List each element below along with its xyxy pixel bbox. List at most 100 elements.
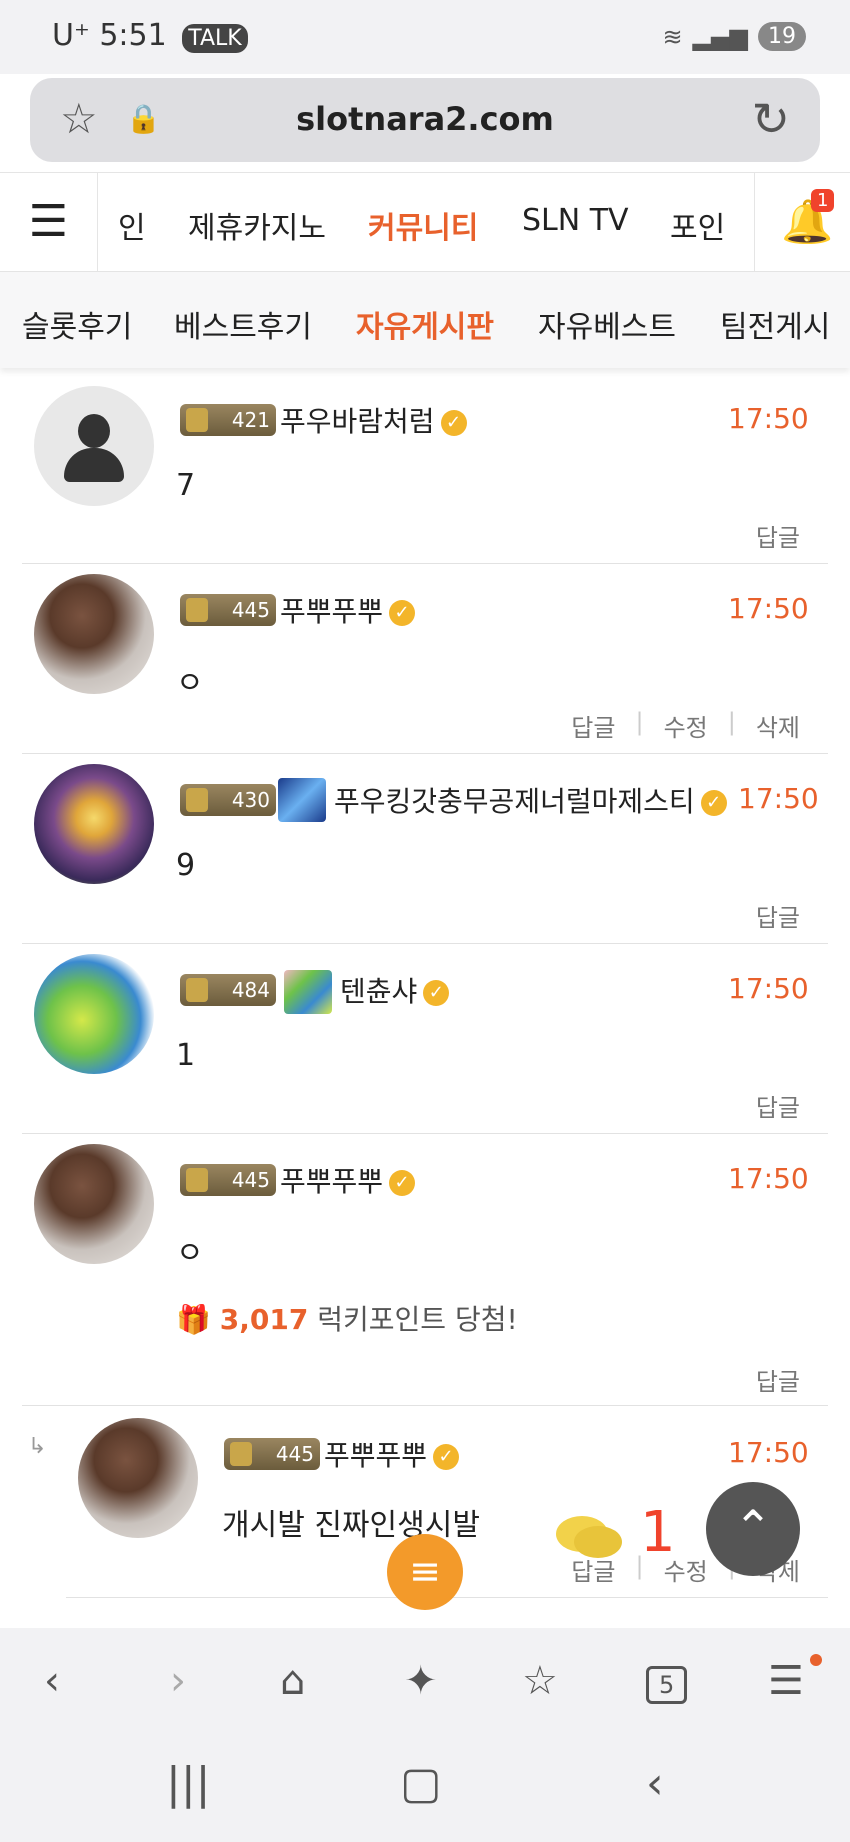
reply-button[interactable]: 답글 [756, 898, 800, 933]
chat-bubbles-icon[interactable] [554, 1512, 624, 1564]
tab-free-board[interactable]: 자유게시판 [356, 302, 494, 346]
level-badge: 445 [180, 1164, 276, 1196]
author-name[interactable]: 푸뿌푸뿌 [280, 595, 383, 628]
reload-icon[interactable]: ↻ [751, 92, 790, 146]
comment-item: 430 푸우킹갓충무공제너럴마제스티 ✓ 17:50 9 답글 [22, 756, 828, 944]
author-name[interactable]: 푸뿌푸뿌 [324, 1439, 427, 1472]
main-nav: ☰ 인 제휴카지노 커뮤니티 SLN TV 포인 🔔 1 [0, 172, 850, 273]
emblem-image [284, 970, 332, 1014]
nav-item-sln-tv[interactable]: SLN TV [522, 203, 629, 238]
comment-actions: 답글 | 수정 | 삭제 [571, 708, 800, 743]
signal-icon: ▂▄▆ [692, 22, 748, 51]
floating-menu-button[interactable]: ≡ [387, 1534, 463, 1610]
talk-icon: TALK [182, 24, 248, 53]
emblem-image [278, 778, 326, 822]
avatar[interactable] [34, 574, 154, 694]
back-arrow-icon[interactable]: ‹ [44, 1658, 60, 1704]
avatar[interactable] [34, 386, 154, 506]
comment-text: ㅇ [176, 1236, 204, 1271]
verified-check-icon: ✓ [440, 410, 467, 436]
comment-item: 484 텐츈샤 ✓ 17:50 1 답글 [22, 946, 828, 1134]
sparkle-icon[interactable]: ✦ [404, 1658, 438, 1704]
status-right: ≋ ▂▄▆ 19 [663, 22, 806, 51]
clock: 5:51 [99, 18, 167, 53]
scroll-to-top-button[interactable]: ⌃ [706, 1482, 800, 1576]
tab-slot-review[interactable]: 슬롯후기 [22, 302, 132, 346]
status-bar: U⁺ 5:51 TALK ≋ ▂▄▆ 19 [0, 0, 850, 74]
author-name[interactable]: 푸우바람처럼 [280, 405, 435, 438]
default-avatar-head [78, 414, 110, 448]
url-text[interactable]: slotnara2.com [30, 100, 820, 138]
comment-text: 1 [176, 1038, 196, 1073]
notification-badge: 1 [811, 189, 835, 212]
comment-text: 7 [176, 468, 196, 503]
delete-button[interactable]: 삭제 [756, 708, 800, 743]
reply-button[interactable]: 답글 [756, 1088, 800, 1123]
avatar[interactable] [34, 764, 154, 884]
action-divider: | [727, 708, 736, 736]
reply-button[interactable]: 답글 [756, 518, 800, 553]
verified-check-icon: ✓ [389, 1170, 416, 1196]
tab-best-review[interactable]: 베스트후기 [174, 302, 312, 346]
nav-item-point[interactable]: 포인 [670, 203, 725, 247]
default-avatar-body [64, 448, 124, 482]
home-icon[interactable]: ⌂ [280, 1658, 305, 1704]
avatar[interactable] [34, 1144, 154, 1264]
tabs-icon[interactable]: 5 [646, 1666, 688, 1704]
reply-button[interactable]: 답글 [756, 1362, 800, 1397]
nav-item-login[interactable]: 인 [118, 203, 146, 247]
comment-text: 9 [176, 848, 196, 883]
lucky-point-amount: 3,017 [219, 1303, 309, 1336]
edit-button[interactable]: 수정 [664, 708, 708, 743]
comment-author[interactable]: 푸우바람처럼 ✓ [280, 400, 467, 440]
recent-apps-icon[interactable]: ||| [166, 1758, 210, 1809]
system-nav-bar: ||| ▢ ‹ [0, 1738, 850, 1842]
forward-arrow-icon[interactable]: › [170, 1658, 186, 1704]
comment-author[interactable]: 푸우킹갓충무공제너럴마제스티 ✓ [334, 780, 727, 820]
comment-time: 17:50 [728, 972, 809, 1005]
author-name[interactable]: 텐츈샤 [340, 975, 417, 1008]
comment-time: 17:50 [738, 782, 819, 815]
chat-count[interactable]: 1 [640, 1500, 676, 1565]
avatar[interactable] [78, 1418, 198, 1538]
status-left: U⁺ 5:51 TALK [52, 18, 248, 53]
address-bar[interactable]: ☆ 🔒 slotnara2.com ↻ [30, 78, 820, 162]
wifi-icon: ≋ [662, 22, 683, 51]
nav-item-casino[interactable]: 제휴카지노 [188, 203, 326, 247]
home-button-icon[interactable]: ▢ [400, 1758, 442, 1809]
verified-check-icon: ✓ [700, 790, 727, 816]
level-badge: 421 [180, 404, 276, 436]
battery-indicator: 19 [758, 22, 806, 51]
comment-text: ㅇ [176, 666, 204, 701]
nav-item-community[interactable]: 커뮤니티 [368, 203, 478, 247]
browser-toolbar: ‹ › ⌂ ✦ ☆ 5 ☰ [0, 1628, 850, 1738]
comment-item: 445 푸뿌푸뿌 ✓ 17:50 ㅇ 🎁 3,017 럭키포인트 당첨! 답글 [22, 1136, 828, 1406]
browser-menu-icon[interactable]: ☰ [768, 1658, 804, 1704]
comment-item: 421 푸우바람처럼 ✓ 17:50 7 답글 [22, 376, 828, 564]
sub-nav: 슬롯후기 베스트후기 자유게시판 자유베스트 팀전게시 [0, 272, 850, 368]
comment-actions: 답글 [756, 898, 800, 933]
verified-check-icon: ✓ [389, 600, 416, 626]
reply-button[interactable]: 답글 [571, 708, 615, 743]
comment-author[interactable]: 텐츈샤 ✓ [340, 970, 450, 1010]
level-badge: 445 [180, 594, 276, 626]
tab-free-best[interactable]: 자유베스트 [538, 302, 676, 346]
author-name[interactable]: 푸뿌푸뿌 [280, 1165, 383, 1198]
hamburger-menu-icon[interactable]: ☰ [0, 173, 98, 273]
comment-actions: 답글 [756, 1362, 800, 1397]
gift-icon: 🎁 [176, 1303, 211, 1336]
level-badge: 430 [180, 784, 276, 816]
level-badge: 484 [180, 974, 276, 1006]
notification-box[interactable]: 🔔 1 [754, 173, 850, 273]
level-badge: 445 [224, 1438, 320, 1470]
carrier-label: U⁺ [52, 18, 90, 53]
tab-team-board[interactable]: 팀전게시 [720, 302, 830, 346]
comment-author[interactable]: 푸뿌푸뿌 ✓ [280, 1160, 416, 1200]
author-name[interactable]: 푸우킹갓충무공제너럴마제스티 [334, 785, 695, 818]
avatar[interactable] [34, 954, 154, 1074]
comment-author[interactable]: 푸뿌푸뿌 ✓ [324, 1434, 460, 1474]
system-back-icon[interactable]: ‹ [646, 1758, 664, 1809]
bookmarks-icon[interactable]: ☆ [522, 1658, 558, 1704]
comment-author[interactable]: 푸뿌푸뿌 ✓ [280, 590, 416, 630]
comment-time: 17:50 [728, 1436, 809, 1469]
